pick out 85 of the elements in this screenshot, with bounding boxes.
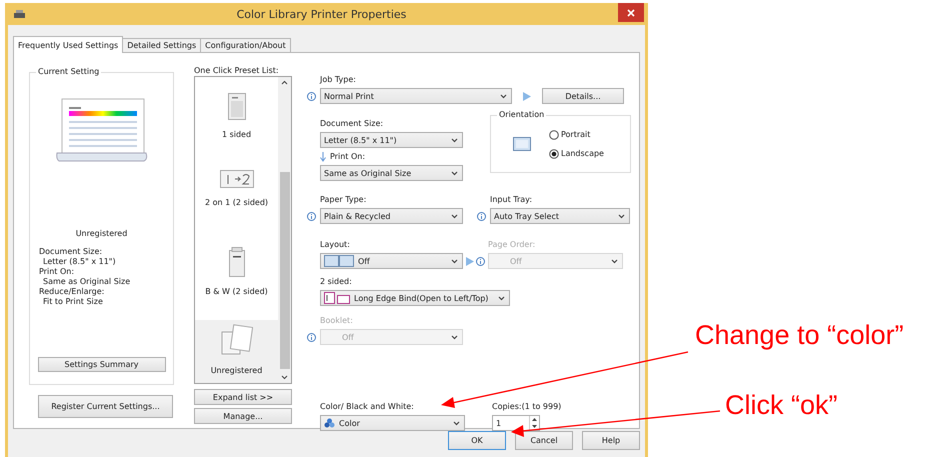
preset-item[interactable]: 1 sided [195, 89, 278, 166]
expand-list-button[interactable]: Expand list >> [194, 389, 292, 405]
dropdown[interactable]: Off [320, 253, 463, 269]
spin-up-icon[interactable] [530, 416, 539, 423]
binding-icon [324, 292, 350, 304]
radio-option[interactable]: Portrait [549, 130, 604, 140]
dropdown[interactable]: Letter (8.5" x 11") [320, 132, 463, 148]
two-pages-icon [220, 170, 254, 188]
page-icon [228, 247, 244, 277]
field-label: Print On: [330, 152, 366, 162]
dropdown[interactable]: Plain & Recycled [320, 208, 463, 224]
dropdown[interactable]: Normal Print [320, 88, 512, 104]
preset-name: Unregistered [76, 229, 128, 239]
radio-icon[interactable] [549, 148, 559, 158]
field-label: 2 sided: [320, 277, 353, 287]
blank-pages-icon [220, 324, 252, 356]
summary-label: Print On: [39, 267, 76, 277]
chevron-down-icon [451, 334, 458, 340]
close-button[interactable] [618, 3, 644, 22]
annotation-text: Change to “color” [695, 320, 904, 351]
page-layout-icon [324, 255, 354, 267]
settings-summary-button[interactable]: Settings Summary [38, 357, 166, 372]
color-circles-icon [324, 418, 335, 428]
summary-value: Fit to Print Size [42, 297, 104, 307]
dropdown[interactable]: Color [320, 415, 465, 431]
info-icon[interactable] [307, 212, 316, 220]
tab[interactable]: Configuration/About [200, 38, 291, 53]
details-button[interactable]: Details... [542, 88, 624, 104]
preset-item[interactable]: 2 on 1 (2 sided) [195, 166, 278, 243]
manage-button[interactable]: Manage... [194, 408, 292, 424]
preset-item[interactable]: B & W (2 sided) [195, 243, 278, 320]
landscape-page-icon [513, 137, 531, 151]
dropdown[interactable]: Same as Original Size [320, 165, 463, 181]
play-arrow-icon [466, 256, 474, 266]
chevron-down-icon [451, 258, 458, 264]
window-title: Color Library Printer Properties [236, 8, 408, 20]
field-label: Copies:(1 to 999) [492, 402, 562, 412]
scrollbar[interactable] [278, 77, 291, 383]
field-label: Layout: [320, 240, 351, 250]
tab[interactable]: Frequently Used Settings [13, 36, 124, 53]
chevron-down-icon [453, 420, 460, 426]
group-title: Orientation [497, 110, 546, 119]
chevron-down-icon [618, 214, 625, 218]
dropdown[interactable]: Auto Tray Select [490, 208, 630, 224]
group-title: Current Setting [36, 67, 102, 76]
info-icon[interactable] [477, 212, 486, 220]
info-icon[interactable] [476, 256, 485, 266]
field-label: Job Type: [320, 75, 356, 85]
dropdown[interactable]: Long Edge Bind(Open to Left/Top) [320, 290, 510, 306]
summary-value: Letter (8.5" x 11") [42, 257, 117, 267]
summary-label: Reduce/Enlarge: [39, 287, 106, 297]
printer-icon [14, 10, 25, 18]
page-icon [228, 93, 246, 120]
chevron-down-icon [451, 170, 458, 176]
dialog-button[interactable]: Cancel [515, 431, 573, 450]
chevron-down-icon[interactable] [281, 375, 288, 380]
field-label: Document Size: [320, 119, 384, 129]
chevron-down-icon [611, 258, 618, 264]
field-label: Booklet: [320, 316, 354, 326]
chevron-down-icon [500, 94, 507, 98]
info-icon[interactable] [307, 92, 316, 100]
tab[interactable]: Detailed Settings [122, 38, 202, 53]
preset-item[interactable]: Unregistered [195, 320, 278, 383]
chevron-down-icon [498, 296, 505, 300]
close-icon [627, 8, 635, 16]
field-label: Page Order: [488, 240, 536, 250]
radio-icon[interactable] [549, 130, 559, 140]
copies-spinner[interactable]: 1 [492, 415, 540, 431]
register-settings-button[interactable]: Register Current Settings... [38, 395, 173, 418]
summary-value: Same as Original Size [42, 277, 132, 287]
info-icon[interactable] [307, 332, 316, 342]
summary-label: Document Size: [39, 247, 104, 257]
play-arrow-icon [523, 92, 531, 100]
field-label: Color/ Black and White: [320, 402, 415, 412]
preset-list-label: One Click Preset List: [194, 66, 280, 76]
field-label: Paper Type: [320, 195, 368, 205]
chevron-down-icon [451, 214, 458, 218]
annotation-text: Click “ok” [725, 390, 838, 421]
dialog-button[interactable]: Help [582, 431, 640, 450]
down-arrow-icon [320, 152, 326, 162]
dialog-button[interactable]: OK [448, 431, 506, 450]
radio-option[interactable]: Landscape [549, 148, 604, 158]
chevron-down-icon [451, 138, 458, 142]
field-label: Input Tray: [490, 195, 534, 205]
chevron-up-icon[interactable] [281, 80, 288, 85]
